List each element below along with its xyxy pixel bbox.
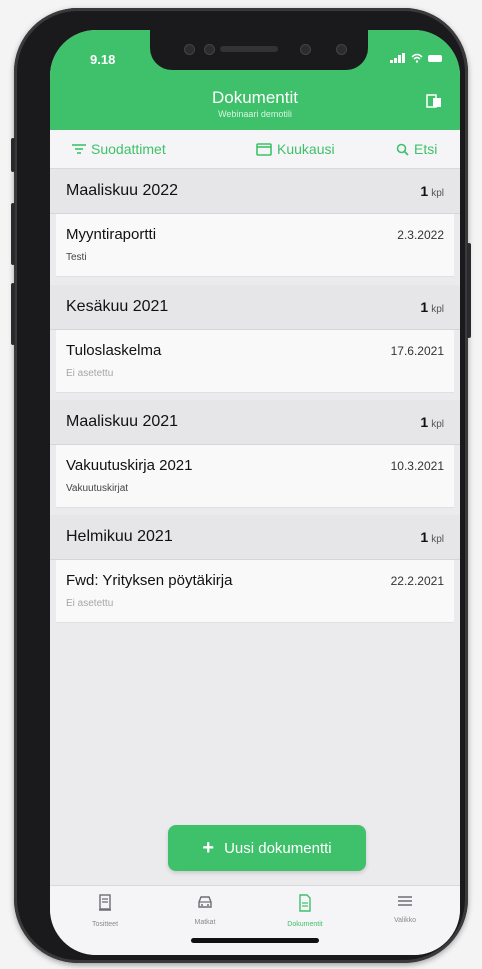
- document-date: 2.3.2022: [397, 228, 444, 242]
- count-value: 1: [420, 529, 429, 545]
- search-button[interactable]: Etsi: [396, 141, 437, 157]
- section-title: Maaliskuu 2022: [66, 182, 179, 199]
- count-value: 1: [420, 414, 429, 430]
- section-title: Maaliskuu 2021: [66, 413, 179, 430]
- filters-label: Suodattimet: [91, 141, 166, 157]
- month-section-header: Kesäkuu 2021 1 kpl: [50, 285, 460, 330]
- filter-icon: [72, 144, 86, 154]
- tab-valikko[interactable]: Valikko: [355, 894, 455, 924]
- dot-icon: [336, 44, 347, 55]
- document-title: Vakuutuskirja 2021: [66, 457, 193, 474]
- speaker-icon: [220, 46, 278, 52]
- month-button[interactable]: Kuukausi: [256, 141, 335, 157]
- document-category: Vakuutuskirjat: [66, 483, 129, 494]
- tab-label: Matkat: [194, 919, 216, 926]
- notch: [150, 30, 368, 70]
- status-time: 9.18: [90, 52, 116, 67]
- section-count: 1 kpl: [420, 299, 444, 315]
- document-category: Ei asetettu: [66, 598, 114, 609]
- count-unit: kpl: [431, 534, 444, 545]
- power-button: [467, 243, 471, 338]
- document-title: Tuloslaskelma: [66, 342, 162, 359]
- plus-icon: +: [202, 836, 215, 859]
- battery-icon: [428, 54, 442, 62]
- signal-icon: [389, 53, 405, 64]
- section-title: Kesäkuu 2021: [66, 298, 169, 315]
- front-camera-icon: [300, 44, 311, 55]
- page-title: Dokumentit: [212, 88, 298, 107]
- document-row[interactable]: Fwd: Yrityksen pöytäkirja 22.2.2021 Ei a…: [56, 560, 454, 623]
- document-row[interactable]: Tuloslaskelma 17.6.2021 Ei asetettu: [56, 330, 454, 393]
- home-indicator[interactable]: [191, 938, 319, 943]
- count-value: 1: [420, 183, 429, 199]
- car-icon: [198, 896, 212, 908]
- new-document-button[interactable]: + Uusi dokumentti: [168, 825, 366, 871]
- count-value: 1: [420, 299, 429, 315]
- document-date: 17.6.2021: [390, 344, 444, 358]
- month-section-header: Maaliskuu 2022 1 kpl: [50, 169, 460, 214]
- document-row[interactable]: Vakuutuskirja 2021 10.3.2021 Vakuutuskir…: [56, 445, 454, 508]
- filters-button[interactable]: Suodattimet: [72, 141, 166, 157]
- page-subtitle: Webinaari demotili: [218, 109, 292, 119]
- calendar-icon: [256, 143, 272, 156]
- volume-up-button: [11, 203, 15, 265]
- section-title: Helmikuu 2021: [66, 528, 173, 545]
- camera-icon: [184, 44, 195, 55]
- section-count: 1 kpl: [420, 414, 444, 430]
- tab-tositteet[interactable]: Tositteet: [55, 894, 155, 928]
- screen: 9.18 Dokumentit Webinaari demotili Suoda…: [50, 30, 460, 955]
- search-label: Etsi: [414, 141, 438, 157]
- mute-switch: [11, 138, 15, 172]
- count-unit: kpl: [431, 304, 444, 315]
- phone-frame: 9.18 Dokumentit Webinaari demotili Suoda…: [11, 8, 471, 963]
- document-category: Ei asetettu: [66, 368, 114, 379]
- document-date: 22.2.2021: [390, 574, 444, 588]
- new-document-label: Uusi dokumentti: [224, 839, 332, 857]
- volume-down-button: [11, 283, 15, 345]
- document-icon: [299, 894, 311, 912]
- month-label: Kuukausi: [277, 141, 335, 157]
- menu-icon: [398, 896, 412, 906]
- app-header: 9.18 Dokumentit Webinaari demotili: [50, 30, 460, 130]
- wifi-icon: [411, 53, 423, 63]
- folder-icon[interactable]: [426, 94, 442, 108]
- section-count: 1 kpl: [420, 183, 444, 199]
- document-row[interactable]: Myyntiraportti 2.3.2022 Testi: [56, 214, 454, 277]
- status-icons: [389, 52, 442, 64]
- tab-label: Dokumentit: [287, 921, 323, 928]
- tab-matkat[interactable]: Matkat: [155, 894, 255, 926]
- month-section-header: Maaliskuu 2021 1 kpl: [50, 400, 460, 445]
- tab-dokumentit[interactable]: Dokumentit: [255, 894, 355, 928]
- document-title: Fwd: Yrityksen pöytäkirja: [66, 572, 233, 589]
- document-date: 10.3.2021: [390, 459, 444, 473]
- section-count: 1 kpl: [420, 529, 444, 545]
- filter-toolbar: Suodattimet Kuukausi Etsi: [50, 130, 460, 169]
- count-unit: kpl: [431, 188, 444, 199]
- tab-label: Tositteet: [91, 921, 119, 928]
- sensor-icon: [204, 44, 215, 55]
- document-category: Testi: [66, 252, 87, 263]
- count-unit: kpl: [431, 419, 444, 430]
- month-section-header: Helmikuu 2021 1 kpl: [50, 515, 460, 560]
- document-title: Myyntiraportti: [66, 226, 157, 243]
- receipt-icon: [99, 894, 111, 911]
- tab-bar: Tositteet Matkat Dokumentit Valikko: [50, 885, 460, 955]
- search-icon: [396, 143, 409, 156]
- tab-label: Valikko: [393, 917, 417, 924]
